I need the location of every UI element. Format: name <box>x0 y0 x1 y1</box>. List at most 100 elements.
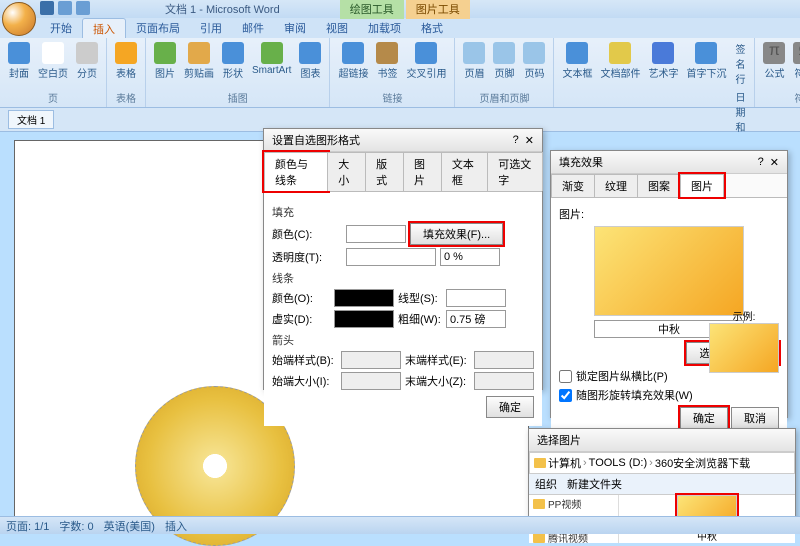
ok-button[interactable]: 确定 <box>486 396 534 418</box>
ribbon-btn-公式[interactable]: π公式 <box>761 40 787 82</box>
close-icon[interactable]: ✕ <box>525 134 534 147</box>
dlg-tab-可选文字[interactable]: 可选文字 <box>487 152 543 191</box>
status-mode[interactable]: 插入 <box>165 518 187 534</box>
ribbon-btn-图表[interactable]: 图表 <box>297 40 323 82</box>
ribbon-label: 空白页 <box>38 65 68 80</box>
office-button[interactable] <box>2 2 36 36</box>
color-label: 颜色(C): <box>272 226 342 242</box>
end-size-combo[interactable] <box>474 372 534 390</box>
dlg-tab-文本框[interactable]: 文本框 <box>441 152 488 191</box>
ribbon-btn-图片[interactable]: 图片 <box>152 40 178 82</box>
lock-ratio-checkbox[interactable] <box>559 370 572 383</box>
tab-格式[interactable]: 格式 <box>411 18 453 38</box>
ribbon-btn-表格[interactable]: 表格 <box>113 40 139 82</box>
line-style-combo[interactable] <box>446 289 506 307</box>
begin-style-combo[interactable] <box>341 351 401 369</box>
status-page[interactable]: 页面: 1/1 <box>6 518 49 534</box>
ribbon-small-签名行[interactable]: 签名行 <box>732 40 748 87</box>
ribbon-btn-书签[interactable]: 书签 <box>374 40 400 82</box>
ribbon-btn-SmartArt[interactable]: SmartArt <box>250 40 293 78</box>
transparency-input[interactable] <box>440 248 500 266</box>
begin-size-combo[interactable] <box>341 372 401 390</box>
bc-item[interactable]: TOOLS (D:) <box>589 457 647 469</box>
status-words[interactable]: 字数: 0 <box>59 518 93 534</box>
tree-item-PP视频[interactable]: PP视频 <box>529 495 618 512</box>
transparency-slider[interactable] <box>346 248 436 266</box>
begin-style-label: 始端样式(B): <box>272 352 337 368</box>
ribbon-label: 剪贴画 <box>184 65 214 80</box>
document-tab[interactable]: 文档 1 <box>8 110 54 129</box>
ribbon-btn-分页[interactable]: 分页 <box>74 40 100 82</box>
context-tab-drawing[interactable]: 绘图工具 <box>340 0 404 19</box>
ribbon-btn-形状[interactable]: 形状 <box>220 40 246 82</box>
ribbon-btn-超链接[interactable]: 超链接 <box>336 40 370 82</box>
表格-icon <box>115 42 137 64</box>
group-label: 页 <box>48 90 58 105</box>
status-lang[interactable]: 英语(美国) <box>104 518 155 534</box>
ribbon-btn-剪贴画[interactable]: 剪贴画 <box>182 40 216 82</box>
cancel-button[interactable]: 取消 <box>731 407 779 429</box>
ribbon-btn-页脚[interactable]: 页脚 <box>491 40 517 82</box>
ribbon-group-插图: 图片剪贴画形状SmartArt图表插图 <box>146 38 330 107</box>
rotate-fill-checkbox[interactable] <box>559 389 572 402</box>
tab-开始[interactable]: 开始 <box>40 18 82 38</box>
bc-item[interactable]: 计算机 <box>548 455 581 471</box>
tab-加载项[interactable]: 加载项 <box>358 18 411 38</box>
封面-icon <box>8 42 30 64</box>
organize-button[interactable]: 组织 <box>535 476 557 492</box>
ribbon-btn-首字下沉[interactable]: 首字下沉 <box>684 40 728 82</box>
dlg-tab-大小[interactable]: 大小 <box>327 152 366 191</box>
end-style-combo[interactable] <box>474 351 534 369</box>
tab-插入[interactable]: 插入 <box>82 18 126 38</box>
ribbon-btn-封面[interactable]: 封面 <box>6 40 32 82</box>
ribbon-btn-交叉引用[interactable]: 交叉引用 <box>404 40 448 82</box>
ribbon-btn-空白页[interactable]: 空白页 <box>36 40 70 82</box>
help-icon[interactable]: ? <box>513 134 519 147</box>
line-color-label: 颜色(O): <box>272 290 330 306</box>
tab-页面布局[interactable]: 页面布局 <box>126 18 190 38</box>
tab-视图[interactable]: 视图 <box>316 18 358 38</box>
tab-审阅[interactable]: 审阅 <box>274 18 316 38</box>
dlg-tab-渐变[interactable]: 渐变 <box>551 174 595 197</box>
save-icon[interactable] <box>40 1 54 15</box>
dialog-tabs: 颜色与线条大小版式图片文本框可选文字 <box>264 152 542 192</box>
bc-item[interactable]: 360安全浏览器下载 <box>655 455 750 471</box>
ribbon-btn-艺术字[interactable]: 艺术字 <box>646 40 680 82</box>
ribbon-btn-符号[interactable]: Ω符号 <box>791 40 800 82</box>
breadcrumb[interactable]: 计算机› TOOLS (D:)› 360安全浏览器下载 <box>529 452 795 474</box>
new-folder-button[interactable]: 新建文件夹 <box>567 476 622 492</box>
folder-icon <box>533 499 545 509</box>
tab-邮件[interactable]: 邮件 <box>232 18 274 38</box>
group-label: 链接 <box>382 90 402 105</box>
undo-icon[interactable] <box>58 1 72 15</box>
dlg-tab-图片[interactable]: 图片 <box>403 152 442 191</box>
页码-icon <box>523 42 545 64</box>
fill-effects-button[interactable]: 填充效果(F)... <box>410 223 503 245</box>
ribbon-group-链接: 超链接书签交叉引用链接 <box>330 38 455 107</box>
dlg-tab-版式[interactable]: 版式 <box>365 152 404 191</box>
剪贴画-icon <box>188 42 210 64</box>
tab-引用[interactable]: 引用 <box>190 18 232 38</box>
dlg-tab-颜色与线条[interactable]: 颜色与线条 <box>264 152 328 191</box>
close-icon[interactable]: ✕ <box>770 156 779 169</box>
fill-color-combo[interactable] <box>346 225 406 243</box>
ribbon-btn-文本框[interactable]: 文本框 <box>560 40 594 82</box>
dlg-tab-图片[interactable]: 图片 <box>680 174 724 197</box>
dlg-tab-图案[interactable]: 图案 <box>637 174 681 197</box>
ribbon-label: 封面 <box>9 65 29 80</box>
ribbon-btn-页码[interactable]: 页码 <box>521 40 547 82</box>
dashed-combo[interactable] <box>334 310 394 328</box>
redo-icon[interactable] <box>76 1 90 15</box>
ribbon-group-页眉和页脚: 页眉页脚页码页眉和页脚 <box>455 38 554 107</box>
dialog-title: 选择图片 <box>537 432 581 448</box>
weight-input[interactable] <box>446 310 506 328</box>
line-color-combo[interactable] <box>334 289 394 307</box>
dlg-tab-纹理[interactable]: 纹理 <box>594 174 638 197</box>
ribbon: 封面空白页分页页表格表格图片剪贴画形状SmartArt图表插图超链接书签交叉引用… <box>0 38 800 108</box>
ok-button[interactable]: 确定 <box>680 407 728 429</box>
help-icon[interactable]: ? <box>758 156 764 169</box>
文本框-icon <box>566 42 588 64</box>
ribbon-btn-文档部件[interactable]: 文档部件 <box>598 40 642 82</box>
ribbon-btn-页眉[interactable]: 页眉 <box>461 40 487 82</box>
context-tab-picture[interactable]: 图片工具 <box>406 0 470 19</box>
